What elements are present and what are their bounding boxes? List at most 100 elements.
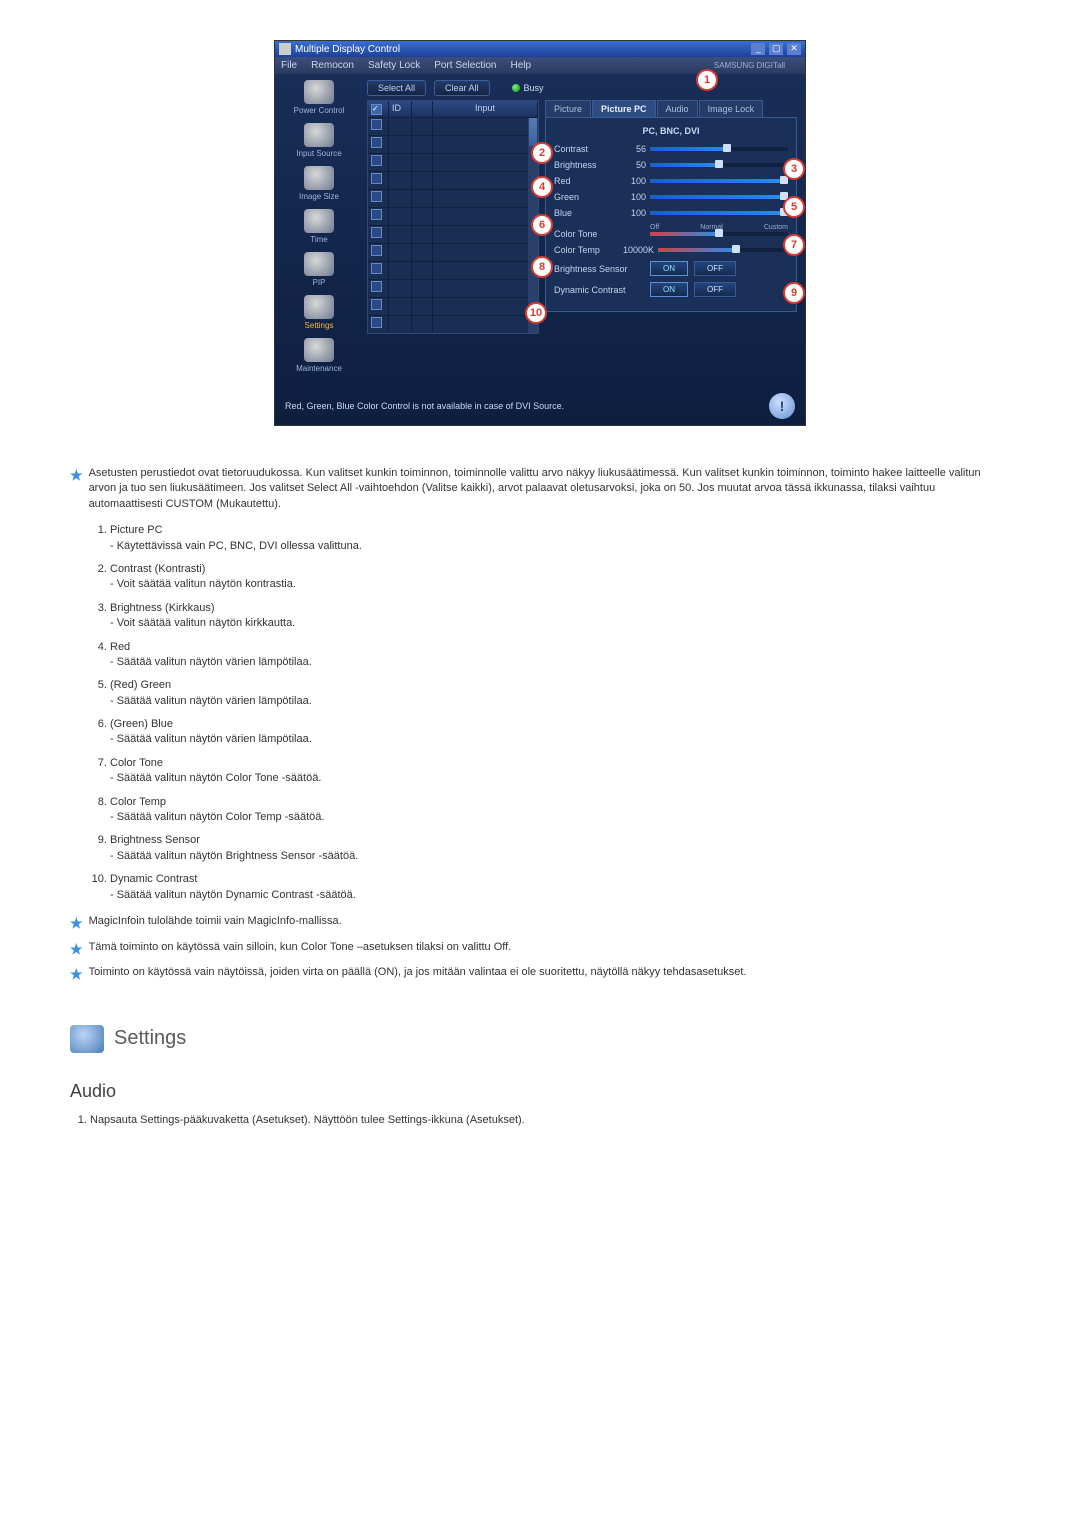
blue-row: Blue 100 [554,208,788,218]
star-icon: ★ [70,965,83,985]
status-text: Red, Green, Blue Color Control is not av… [285,401,564,411]
brightness-label: Brightness [554,160,616,170]
brand-label: SAMSUNG DIGITall [714,61,785,70]
callout-10: 10 [525,302,547,324]
table-row[interactable] [368,153,538,171]
brightness-sensor-off-button[interactable]: OFF [694,261,736,276]
sidebar-item-label: Maintenance [296,364,342,373]
callout-4: 4 [531,176,553,198]
tone-custom: Custom [764,224,788,231]
menu-port-selection[interactable]: Port Selection [434,60,496,71]
list-item: Contrast (Kontrasti)- Voit säätää valitu… [110,562,1010,593]
power-icon [304,80,334,104]
table-row[interactable] [368,117,538,135]
info-icon: ! [769,393,795,419]
window-controls[interactable]: _ ▢ ✕ [750,43,801,55]
intro-note: ★ Asetusten perustiedot ovat tietoruuduk… [70,466,1010,512]
settings-panel: Picture Picture PC Audio Image Lock PC, … [545,100,797,334]
color-temp-slider[interactable] [658,248,788,252]
green-slider[interactable] [650,195,788,199]
maximize-icon[interactable]: ▢ [769,43,783,55]
title-bar: Multiple Display Control _ ▢ ✕ [275,41,805,57]
contrast-value: 56 [616,144,646,154]
input-icon [304,123,334,147]
sidebar-item-power-control[interactable]: Power Control [279,80,359,115]
app-icon [279,43,291,55]
dynamic-contrast-on-button[interactable]: ON [650,282,688,297]
pip-icon [304,252,334,276]
star-note-2: ★ MagicInfoin tulolähde toimii vain Magi… [70,914,1010,934]
busy-indicator: Busy [512,83,544,93]
minimize-icon[interactable]: _ [751,43,765,55]
menu-remocon[interactable]: Remocon [311,60,354,71]
table-row[interactable] [368,243,538,261]
star-icon: ★ [70,940,83,960]
step-item: Napsauta Settings-pääkuvaketta (Asetukse… [90,1113,1010,1128]
list-item: Brightness (Kirkkaus)- Voit säätää valit… [110,601,1010,632]
star-note-text: Toiminto on käytössä vain näytöissä, joi… [89,965,747,985]
tab-picture[interactable]: Picture [545,100,591,117]
sidebar-item-settings[interactable]: Settings [279,295,359,330]
col-status-icon [412,101,433,117]
blue-slider[interactable] [650,211,788,215]
table-row[interactable] [368,207,538,225]
brightness-sensor-on-button[interactable]: ON [650,261,688,276]
sidebar-item-image-size[interactable]: Image Size [279,166,359,201]
color-temp-value: 10000K [616,245,654,255]
col-check[interactable]: ✓ [368,101,389,117]
table-row[interactable] [368,225,538,243]
callout-1: 1 [696,69,718,91]
dynamic-contrast-off-button[interactable]: OFF [694,282,736,297]
list-item: Brightness Sensor- Säätää valitun näytön… [110,833,1010,864]
callout-3: 3 [783,158,805,180]
intro-text: Asetusten perustiedot ovat tietoruudukos… [89,466,1010,512]
green-row: Green 100 [554,192,788,202]
settings-section-icon [70,1025,104,1053]
star-note-text: MagicInfoin tulolähde toimii vain MagicI… [89,914,342,934]
menu-bar: File Remocon Safety Lock Port Selection … [275,57,805,74]
brightness-value: 50 [616,160,646,170]
table-row[interactable] [368,261,538,279]
star-note-text: Tämä toiminto on käytössä vain silloin, … [89,940,512,960]
tab-picture-pc[interactable]: Picture PC [592,100,656,117]
red-slider[interactable] [650,179,788,183]
sidebar-item-pip[interactable]: PIP [279,252,359,287]
table-row[interactable] [368,135,538,153]
table-row[interactable] [368,297,538,315]
device-grid[interactable]: ✓ ID Input [367,100,539,334]
contrast-slider[interactable] [650,147,788,151]
table-row[interactable] [368,279,538,297]
menu-file[interactable]: File [281,60,297,71]
sidebar-item-time[interactable]: Time [279,209,359,244]
tab-image-lock[interactable]: Image Lock [699,100,764,117]
select-all-button[interactable]: Select All [367,80,426,96]
color-tone-label: Color Tone [554,229,650,239]
sidebar-item-label: Settings [305,321,334,330]
green-value: 100 [616,192,646,202]
star-icon: ★ [70,914,83,934]
brightness-slider[interactable] [650,163,788,167]
contrast-label: Contrast [554,144,616,154]
close-icon[interactable]: ✕ [787,43,801,55]
red-row: Red 100 [554,176,788,186]
callout-8: 8 [531,256,553,278]
table-row[interactable] [368,315,538,333]
menu-help[interactable]: Help [510,60,531,71]
callout-7: 7 [783,234,805,256]
blue-label: Blue [554,208,616,218]
table-row[interactable] [368,189,538,207]
sidebar-item-input-source[interactable]: Input Source [279,123,359,158]
busy-dot-icon [512,84,520,92]
callout-6: 6 [531,214,553,236]
red-label: Red [554,176,616,186]
tab-audio[interactable]: Audio [657,100,698,117]
sidebar-item-label: Input Source [296,149,341,158]
sidebar-item-maintenance[interactable]: Maintenance [279,338,359,373]
settings-icon [304,295,334,319]
clear-all-button[interactable]: Clear All [434,80,490,96]
menu-safety-lock[interactable]: Safety Lock [368,60,420,71]
color-tone-slider[interactable] [650,232,788,236]
sidebar: Power Control Input Source Image Size Ti… [275,74,363,387]
content: Select All Clear All Busy ✓ ID Input [363,74,805,387]
table-row[interactable] [368,171,538,189]
